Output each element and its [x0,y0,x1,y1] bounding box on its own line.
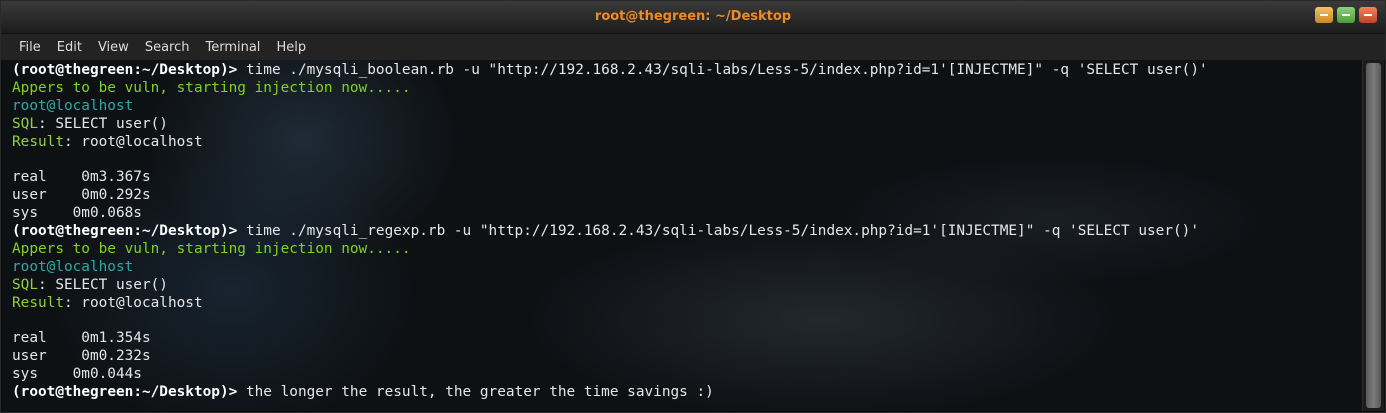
terminal-window: root@thegreen: ~/Desktop File Edit View … [0,0,1386,413]
maximize-icon [1342,14,1350,16]
prompt-symbol: > [228,223,238,240]
output-label: SQL [12,115,38,132]
prompt-open-paren: ( [12,384,21,401]
output-label: SQL [12,276,38,293]
minimize-icon [1320,14,1328,16]
terminal-line: root@localhost [12,259,1363,277]
prompt-close-paren: ) [219,223,229,240]
prompt-path: :~/Desktop [133,223,220,240]
menu-view[interactable]: View [90,40,137,55]
menu-file[interactable]: File [11,40,49,55]
prompt-close-paren: ) [219,62,229,78]
terminal-line: Result: root@localhost [12,134,1363,152]
prompt-host: thegreen [64,62,134,78]
prompt-symbol: > [228,384,238,401]
output-label: Result [12,133,64,150]
menu-help[interactable]: Help [268,40,314,55]
title-bar[interactable]: root@thegreen: ~/Desktop [1,1,1385,34]
menu-bar: File Edit View Search Terminal Help [1,34,1385,61]
prompt-path: :~/Desktop [133,384,220,401]
terminal-line: (root@thegreen:~/Desktop)> the longer th… [12,384,1363,402]
terminal-line: Appers to be vuln, starting injection no… [12,80,1363,98]
output-label: Result [12,294,64,311]
output-value: : root@localhost [63,294,203,311]
menu-search[interactable]: Search [137,40,198,55]
prompt-user: root [20,223,56,240]
output-text: real 0m1.354s [12,330,151,347]
vertical-scrollbar[interactable] [1362,60,1384,411]
close-button[interactable] [1359,7,1377,23]
terminal-line: Result: root@localhost [12,295,1363,313]
output-value: : SELECT user() [38,115,168,132]
command-text: the longer the result, the greater the t… [237,384,714,401]
prompt-at: @ [55,62,64,78]
output-text: user 0m0.232s [12,348,151,365]
terminal-line: user 0m0.232s [12,348,1363,366]
menu-edit[interactable]: Edit [49,40,90,55]
prompt-user: root [20,384,56,401]
prompt-user: root [20,62,56,78]
prompt-path: :~/Desktop [133,62,220,78]
result-text: root@localhost [12,258,134,275]
output-value: : SELECT user() [38,276,168,293]
prompt-open-paren: ( [12,223,21,240]
terminal-output[interactable]: (root@thegreen:~/Desktop)> time ./mysqli… [2,60,1363,411]
menu-terminal[interactable]: Terminal [197,40,268,55]
prompt-symbol: > [228,62,238,78]
output-text: sys 0m0.044s [12,366,142,383]
result-text: root@localhost [12,97,134,114]
window-title: root@thegreen: ~/Desktop [594,9,792,24]
terminal-line: (root@thegreen:~/Desktop)> time ./mysqli… [12,62,1363,80]
terminal-line: root@localhost [12,98,1363,116]
command-text: time ./mysqli_regexp.rb -u "http://192.1… [237,223,1199,240]
minimize-button[interactable] [1315,7,1333,23]
terminal-line: SQL: SELECT user() [12,277,1363,295]
prompt-host: thegreen [64,384,134,401]
scrollbar-thumb[interactable] [1366,63,1381,408]
output-value: : root@localhost [63,133,203,150]
terminal-line: real 0m3.367s [12,169,1363,187]
info-text: Appers to be vuln, starting injection no… [12,79,411,96]
prompt-open-paren: ( [12,62,21,78]
prompt-host: thegreen [64,223,134,240]
terminal-line: sys 0m0.044s [12,366,1363,384]
terminal-line: Appers to be vuln, starting injection no… [12,241,1363,259]
close-icon [1364,14,1372,16]
terminal-line: (root@thegreen:~/Desktop)> time ./mysqli… [12,223,1363,241]
terminal-line: user 0m0.292s [12,187,1363,205]
output-text: user 0m0.292s [12,187,151,204]
prompt-at: @ [55,384,64,401]
command-text: time ./mysqli_boolean.rb -u "http://192.… [237,62,1208,78]
info-text: Appers to be vuln, starting injection no… [12,240,411,257]
terminal-line: sys 0m0.068s [12,205,1363,223]
output-text: real 0m3.367s [12,169,151,186]
terminal-line: SQL: SELECT user() [12,116,1363,134]
window-controls [1315,7,1377,23]
output-text: sys 0m0.068s [12,205,142,222]
prompt-at: @ [55,223,64,240]
maximize-button[interactable] [1337,7,1355,23]
prompt-close-paren: ) [219,384,229,401]
terminal-line: real 0m1.354s [12,330,1363,348]
